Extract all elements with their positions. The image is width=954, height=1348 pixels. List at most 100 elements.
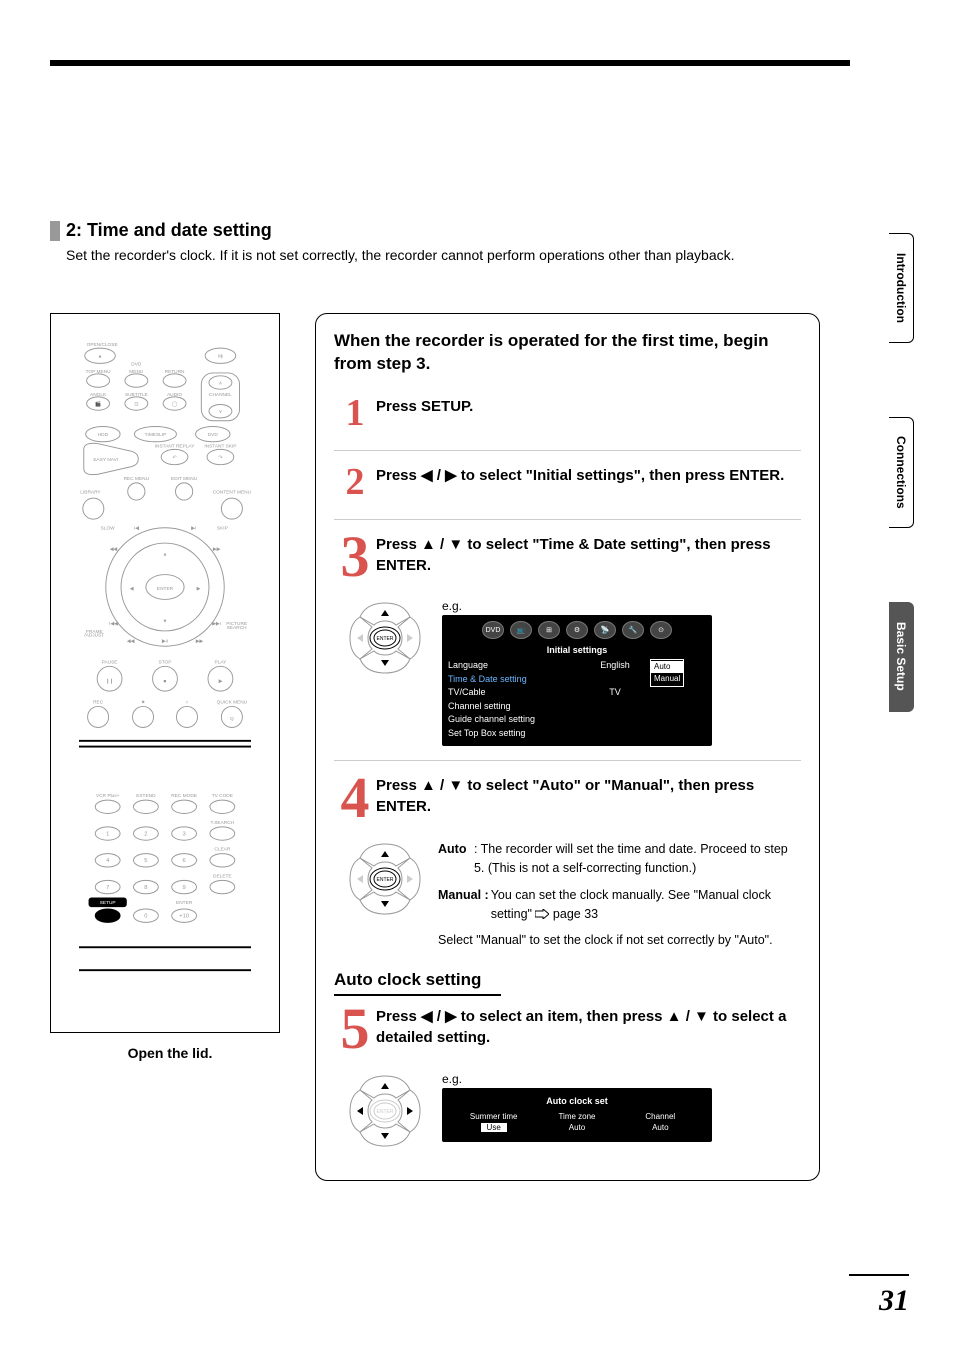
tab-introduction[interactable]: Introduction — [889, 233, 914, 343]
osd2-col-summer: Summer time Use — [452, 1112, 535, 1132]
step-1: 1 Press SETUP. — [334, 396, 801, 432]
osd-icon: DVD — [482, 621, 504, 639]
svg-text:DELETE: DELETE — [213, 873, 232, 879]
osd-title: Initial settings — [448, 645, 706, 655]
svg-text:🎬: 🎬 — [95, 400, 101, 407]
svg-text:1: 1 — [106, 831, 109, 837]
auto-note: Select "Manual" to set the clock if not … — [438, 931, 801, 950]
svg-text:SEARCH: SEARCH — [227, 625, 247, 631]
step-4-explain: ENTER Auto : The recorder will set the t… — [346, 840, 801, 950]
svg-text:6: 6 — [183, 858, 186, 864]
svg-text:9: 9 — [183, 885, 186, 891]
page-number-line — [849, 1274, 909, 1276]
svg-text:∨: ∨ — [219, 410, 223, 415]
enter-pad-icon: ENTER — [346, 1072, 424, 1150]
step-4: 4 Press ▲ / ▼ to select "Auto" or "Manua… — [334, 775, 801, 822]
section-description: Set the recorder's clock. If it is not s… — [66, 247, 850, 263]
svg-text:ENTER: ENTER — [377, 1109, 394, 1115]
osd2-col-channel: Channel Auto — [619, 1112, 702, 1132]
svg-text:↷: ↷ — [218, 455, 223, 461]
remote-column: .lbl{font:5px Arial;fill:#999;} .lblc{fo… — [50, 313, 290, 1181]
remote-illustration: .lbl{font:5px Arial;fill:#999;} .lblc{fo… — [50, 313, 280, 1033]
svg-text:▶: ▶ — [219, 679, 223, 685]
tab-basic-setup[interactable]: Basic Setup — [889, 602, 914, 712]
osd-row-value: English — [580, 659, 650, 673]
osd-icon: ⊞ — [538, 621, 560, 639]
step-1-number: 1 — [334, 394, 376, 432]
svg-text:▶I: ▶I — [191, 526, 196, 532]
svg-text:TIMESLIP: TIMESLIP — [145, 432, 167, 438]
svg-text:7: 7 — [106, 885, 109, 891]
auto-clock-heading: Auto clock setting — [334, 970, 501, 996]
svg-text:/ADJUST: /ADJUST — [84, 633, 104, 639]
svg-text:▼: ▼ — [163, 619, 168, 624]
osd-row-label: Set Top Box setting — [448, 727, 650, 741]
svg-text:4: 4 — [106, 858, 110, 864]
svg-text:+10: +10 — [179, 914, 189, 920]
step-1-text: Press SETUP. — [376, 396, 801, 417]
svg-text:EDIT MENU: EDIT MENU — [171, 476, 198, 482]
svg-text:2: 2 — [144, 831, 147, 837]
svg-text:★: ★ — [141, 700, 146, 706]
remote-svg: .lbl{font:5px Arial;fill:#999;} .lblc{fo… — [79, 328, 251, 1018]
svg-text:QUICK MENU: QUICK MENU — [217, 700, 248, 706]
svg-text:0: 0 — [144, 914, 147, 920]
svg-text:◀◀: ◀◀ — [127, 638, 135, 644]
svg-text:I/ϕ: I/ϕ — [218, 354, 224, 360]
step-3-text: Press ▲ / ▼ to select "Time & Date setti… — [376, 534, 801, 576]
svg-text:DVD: DVD — [131, 361, 142, 367]
step-3-number: 3 — [334, 532, 376, 581]
osd-icon: ⊙ — [650, 621, 672, 639]
step-4-text: Press ▲ / ▼ to select "Auto" or "Manual"… — [376, 775, 801, 817]
svg-text:ENTER: ENTER — [157, 586, 174, 592]
osd-icon: 🔧 — [622, 621, 644, 639]
svg-text:I◀◀: I◀◀ — [109, 621, 118, 627]
page-number: 31 — [879, 1284, 909, 1318]
svg-text:VCR Plus+: VCR Plus+ — [96, 793, 120, 799]
svg-text:↶: ↶ — [173, 455, 177, 461]
svg-text:ENTER: ENTER — [377, 877, 394, 883]
svg-text:Q: Q — [230, 716, 234, 722]
svg-text:SETUP: SETUP — [100, 900, 116, 906]
osd-icon: 📺 — [510, 621, 532, 639]
svg-text:STOP: STOP — [159, 659, 172, 665]
svg-text:▶II: ▶II — [162, 638, 168, 644]
osd-row-label: Channel setting — [448, 700, 650, 714]
enter-pad-icon: ENTER — [346, 840, 424, 918]
svg-text:PLAY: PLAY — [215, 659, 228, 665]
osd-row-label: TV/Cable — [448, 686, 580, 700]
svg-text:▶: ▶ — [197, 586, 201, 592]
svg-text:TV CODE: TV CODE — [212, 793, 233, 799]
svg-text:SKIP: SKIP — [217, 526, 228, 532]
section-accent — [50, 221, 60, 241]
svg-text:■: ■ — [164, 680, 167, 685]
manual-explain: Manual : You can set the clock manually.… — [438, 886, 801, 924]
step-5-number: 5 — [334, 1004, 376, 1053]
eg-label-2: e.g. — [442, 1072, 712, 1086]
osd2-title: Auto clock set — [452, 1096, 702, 1106]
osd-row-label: Time & Date setting — [448, 673, 580, 687]
step-2: 2 Press ◀ / ▶ to select "Initial setting… — [334, 465, 801, 501]
page-ref-arrow-icon — [535, 909, 549, 919]
svg-text:ENTER: ENTER — [377, 636, 394, 642]
osd-option-auto: Auto — [651, 661, 683, 673]
svg-text:CONTENT MENU: CONTENT MENU — [213, 489, 251, 495]
svg-text:T.SEARCH: T.SEARCH — [211, 820, 235, 826]
page-content: 2: Time and date setting Set the recorde… — [50, 220, 850, 1181]
svg-text:▲: ▲ — [163, 552, 168, 557]
svg-text:HDD: HDD — [98, 432, 109, 438]
svg-text:⊡: ⊡ — [134, 401, 138, 407]
tab-connections[interactable]: Connections — [889, 417, 914, 528]
step-5: 5 Press ◀ / ▶ to select an item, then pr… — [334, 1006, 801, 1053]
step-5-text: Press ◀ / ▶ to select an item, then pres… — [376, 1006, 801, 1048]
step-4-number: 4 — [334, 773, 376, 822]
svg-text:CLEAR: CLEAR — [214, 847, 230, 853]
osd-option-manual: Manual — [651, 673, 683, 685]
svg-text:REC: REC — [93, 700, 104, 706]
auto-explain: Auto : The recorder will set the time an… — [438, 840, 801, 878]
osd-icon: 📡 — [594, 621, 616, 639]
osd-row-value — [580, 673, 650, 687]
svg-text:REC MODE: REC MODE — [171, 793, 197, 799]
remote-caption: Open the lid. — [50, 1045, 290, 1061]
svg-text:INSTANT SKIP: INSTANT SKIP — [204, 443, 236, 449]
